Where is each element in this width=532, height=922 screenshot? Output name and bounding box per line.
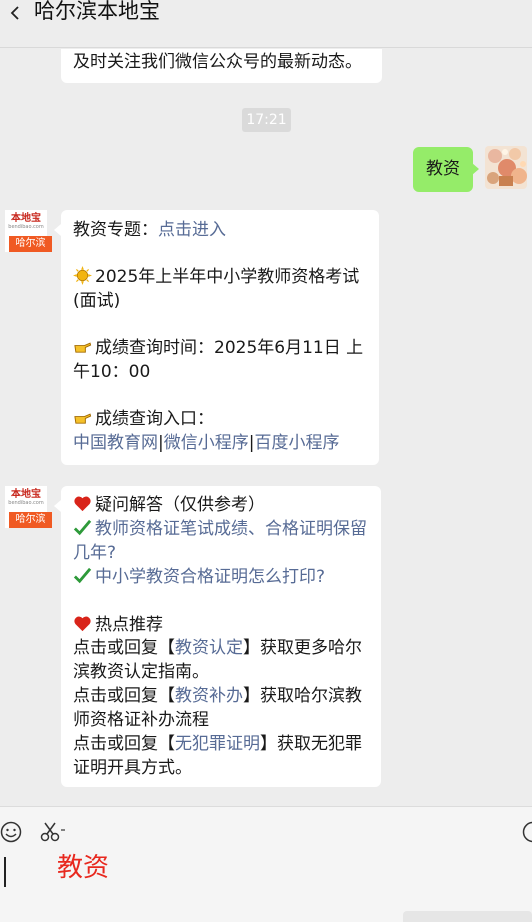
send-button[interactable]: [403, 911, 532, 922]
logo-bottom-text: 哈尔滨: [9, 512, 52, 528]
reply1-bubble-tail: [54, 224, 61, 236]
exam-title-line: 2025年上半年中小学教师资格考试(面试): [73, 266, 373, 313]
hot-item-3-prefix: 点击或回复【: [73, 734, 175, 754]
chat-header: 哈尔滨本地宝: [0, 0, 532, 48]
entry-label-line: 成绩查询入口：: [73, 408, 373, 432]
checkmark-icon: [73, 519, 92, 536]
faq-title: 疑问解答（仅供参考）: [95, 495, 265, 515]
entry-link-wechat-mini[interactable]: 微信小程序: [164, 433, 249, 453]
checkmark-icon: [73, 567, 92, 584]
faq-item-2[interactable]: 中小学教资合格证明怎么打印?: [73, 566, 373, 590]
user-bubble-tail: [472, 163, 479, 175]
back-icon[interactable]: [6, 2, 26, 24]
timestamp: 17:21: [242, 108, 291, 132]
entry-label: 成绩查询入口：: [95, 409, 214, 429]
message-input[interactable]: 教资: [57, 851, 109, 885]
reply1-bubble: 教资专题：点击进入 2025年上半年中小学教师资格考试(面试) 成绩查询时间：2…: [61, 210, 379, 465]
heart-icon: [74, 496, 91, 512]
hot-title-line: 热点推荐: [73, 614, 373, 638]
hot-item-1-prefix: 点击或回复【: [73, 638, 175, 658]
hot-link-no-crime[interactable]: 无犯罪证明: [175, 734, 260, 754]
score-time: 成绩查询时间：2025年6月11日 上午10：00: [73, 338, 364, 382]
entry-link-china-edu[interactable]: 中国教育网: [73, 433, 158, 453]
entry-links-line: 中国教育网|微信小程序|百度小程序: [73, 432, 373, 456]
entry-link-baidu-mini[interactable]: 百度小程序: [254, 433, 339, 453]
emoji-icon[interactable]: [0, 821, 22, 843]
heart-icon: [74, 616, 91, 632]
scissors-icon[interactable]: [40, 821, 66, 843]
reply2-bubble-tail: [54, 500, 61, 512]
logo-url-text: bendibao.com: [8, 224, 44, 230]
user-message-bubble[interactable]: 教资: [413, 147, 473, 192]
score-time-line: 成绩查询时间：2025年6月11日 上午10：00: [73, 337, 373, 384]
hot-title: 热点推荐: [95, 615, 163, 635]
faq-link-2[interactable]: 中小学教资合格证明怎么打印?: [95, 567, 325, 587]
hot-item-2: 点击或回复【教资补办】获取哈尔滨教师资格证补办流程: [73, 685, 375, 732]
official-account-avatar[interactable]: 本地宝 bendibao.com 哈尔滨: [5, 486, 52, 528]
sun-emoji-icon: [73, 266, 92, 285]
hot-link-teacher-cert[interactable]: 教资认定: [175, 638, 243, 658]
prev-message-text: 及时关注我们微信公众号的最新动态。: [73, 52, 362, 72]
exam-title: 2025年上半年中小学教师资格考试(面试): [73, 267, 360, 311]
topic-link[interactable]: 点击进入: [158, 220, 226, 240]
faq-title-line: 疑问解答（仅供参考）: [73, 494, 378, 518]
faq-link-1[interactable]: 教师资格证笔试成绩、合格证明保留几年?: [73, 519, 367, 563]
pointing-hand-icon: [74, 342, 92, 353]
text-cursor: [4, 857, 6, 887]
official-account-avatar[interactable]: 本地宝 bendibao.com 哈尔滨: [5, 210, 52, 252]
reply2-bubble: 疑问解答（仅供参考） 教师资格证笔试成绩、合格证明保留几年? 中小学教资合格证明…: [61, 486, 381, 787]
chat-title: 哈尔滨本地宝: [34, 0, 160, 23]
user-avatar[interactable]: [485, 146, 527, 189]
hot-item-3: 点击或回复【无犯罪证明】获取无犯罪证明开具方式。: [73, 733, 375, 780]
prev-message-bubble: 及时关注我们微信公众号的最新动态。: [61, 49, 382, 83]
topic-label: 教资专题：: [73, 220, 158, 240]
logo-bottom-text: 哈尔滨: [9, 236, 52, 252]
emoji-icon-right[interactable]: [522, 821, 532, 843]
reply1-topic-line: 教资专题：点击进入: [73, 219, 373, 243]
hot-item-2-prefix: 点击或回复【: [73, 686, 175, 706]
logo-url-text: bendibao.com: [8, 500, 44, 506]
pointing-hand-icon: [74, 413, 92, 424]
hot-link-reissue[interactable]: 教资补办: [175, 686, 243, 706]
faq-item-1[interactable]: 教师资格证笔试成绩、合格证明保留几年?: [73, 518, 373, 565]
hot-item-1: 点击或回复【教资认定】获取更多哈尔滨教资认定指南。: [73, 637, 375, 684]
